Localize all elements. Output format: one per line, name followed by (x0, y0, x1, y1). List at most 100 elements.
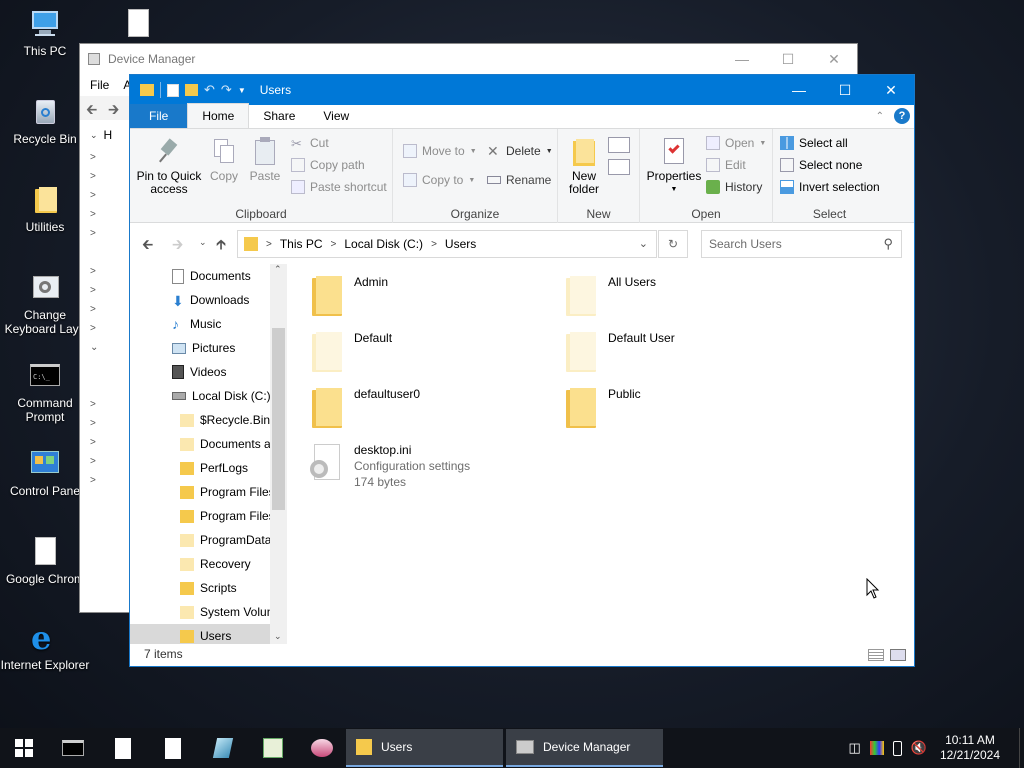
rename-button[interactable]: Rename (487, 173, 551, 187)
customize-chevron-icon[interactable]: ▼ (238, 86, 246, 95)
maximize-button[interactable]: ☐ (765, 44, 811, 74)
maximize-button[interactable]: ☐ (822, 75, 868, 105)
nav-item[interactable]: Recovery (130, 552, 287, 576)
breadcrumb-this-pc[interactable]: This PC (280, 237, 323, 251)
collapse-ribbon-icon[interactable]: ⌃ (876, 111, 884, 122)
move-to-button[interactable]: Move to ▼ (403, 144, 477, 158)
tree-node[interactable]: > (80, 148, 132, 167)
up-arrow-icon[interactable]: 🡱 (216, 234, 226, 258)
folder-item[interactable]: All Users (564, 274, 656, 318)
copy-to-button[interactable]: Copy to ▼ (403, 173, 475, 187)
select-none-button[interactable]: Select none (780, 158, 862, 172)
recent-locations-chevron-icon[interactable]: ⌄ (199, 237, 207, 248)
tree-node[interactable]: > (80, 414, 132, 433)
desktop-icon-file[interactable] (93, 8, 183, 44)
back-arrow-icon[interactable]: 🡰 (142, 234, 153, 258)
tree-node[interactable]: > (80, 319, 132, 338)
close-button[interactable]: ✕ (868, 75, 914, 105)
nav-item[interactable]: Pictures (130, 336, 287, 360)
pin-to-quick-access-button[interactable]: Pin to Quick access (136, 137, 202, 196)
nav-item[interactable]: Program Files (130, 480, 287, 504)
nav-item[interactable]: Users (130, 624, 287, 644)
folder-item[interactable]: defaultuser0 (310, 386, 420, 430)
nav-item[interactable]: Documents a (130, 432, 287, 456)
color-app-tray-icon[interactable] (869, 741, 884, 755)
tree-node[interactable]: > (80, 186, 132, 205)
details-view-icon[interactable] (868, 649, 884, 661)
folder-item[interactable]: Default User (564, 330, 675, 374)
desktop-icon-control-panel[interactable]: Control Pane (0, 448, 90, 498)
folder-item[interactable]: Default (310, 330, 392, 374)
volume-muted-icon[interactable]: 🔇 (911, 740, 927, 756)
taskbar-task-users[interactable]: Users (346, 729, 503, 767)
nav-item[interactable]: Local Disk (C:) (130, 384, 287, 408)
copy-path-button[interactable]: Copy path (291, 158, 365, 172)
edit-button[interactable]: Edit (706, 158, 746, 172)
tree-node[interactable]: > (80, 281, 132, 300)
tree-node[interactable]: > (80, 433, 132, 452)
scrollbar-thumb[interactable] (272, 328, 285, 510)
nav-item[interactable]: ProgramData (130, 528, 287, 552)
back-arrow-icon[interactable]: 🡰 (86, 99, 97, 123)
minimize-button[interactable]: — (719, 44, 765, 74)
tree-node[interactable]: > (80, 452, 132, 471)
select-all-button[interactable]: Select all (780, 136, 848, 150)
invert-selection-button[interactable]: Invert selection (780, 180, 880, 194)
scroll-up-icon[interactable]: ⌃ (274, 264, 282, 275)
paste-shortcut-button[interactable]: Paste shortcut (291, 180, 387, 194)
properties-button[interactable]: Properties ▼ (644, 137, 704, 196)
taskbar-file-2[interactable] (148, 728, 198, 768)
taskbar-app-5[interactable] (298, 728, 346, 768)
undo-icon[interactable]: ↶ (204, 82, 215, 98)
desktop-icon-utilities[interactable]: Utilities (0, 184, 90, 234)
nav-item[interactable]: ♪ Music (130, 312, 287, 336)
tree-node[interactable]: ⌄ (80, 338, 132, 357)
help-icon[interactable]: ? (894, 108, 910, 124)
taskbar-command-prompt[interactable] (48, 728, 98, 768)
desktop-icon-change-keyboard[interactable]: Change Keyboard Layo (0, 272, 90, 336)
tree-node[interactable]: > (80, 471, 132, 490)
menu-file[interactable]: File (90, 78, 109, 92)
address-bar[interactable]: > This PC > Local Disk (C:) > Users ⌄ (237, 230, 657, 258)
file-explorer-window[interactable]: ↶ ↷ ▼ Users — ☐ ✕ File Home Share View ⌃… (129, 74, 915, 667)
new-folder-icon[interactable] (185, 84, 198, 96)
copy-button[interactable]: Copy (206, 137, 242, 183)
taskbar-app-3[interactable] (198, 728, 248, 768)
breadcrumb-users[interactable]: Users (445, 237, 476, 251)
delete-button[interactable]: ✕ Delete ▼ (487, 144, 553, 158)
tab-home[interactable]: Home (187, 103, 250, 128)
tab-share[interactable]: Share (249, 104, 309, 128)
explorer-titlebar[interactable]: ↶ ↷ ▼ Users — ☐ ✕ (130, 75, 914, 105)
tree-node[interactable]: > (80, 167, 132, 186)
breadcrumb-local-disk[interactable]: Local Disk (C:) (344, 237, 423, 251)
nav-scrollbar[interactable]: ⌃ ⌄ (270, 264, 287, 644)
taskbar-app-4[interactable] (248, 728, 298, 768)
nav-item[interactable]: System Volun (130, 600, 287, 624)
minimize-button[interactable]: — (776, 75, 822, 105)
clock[interactable]: 10:11 AM 12/21/2024 (936, 733, 1010, 763)
desktop-icon-this-pc[interactable]: This PC (0, 8, 90, 58)
forward-arrow-icon[interactable]: 🡲 (108, 99, 119, 123)
redo-icon[interactable]: ↷ (221, 82, 232, 98)
taskbar-file-1[interactable] (98, 728, 148, 768)
tab-file[interactable]: File (130, 104, 188, 128)
large-icons-view-icon[interactable] (890, 649, 906, 661)
properties-icon[interactable] (167, 83, 179, 97)
tree-node[interactable]: > (80, 300, 132, 319)
close-button[interactable]: ✕ (811, 44, 857, 74)
tree-node[interactable]: > (80, 205, 132, 224)
easy-access-button[interactable] (608, 159, 630, 175)
desktop-icon-google-chrome[interactable]: Google Chrom (0, 536, 90, 586)
search-input[interactable]: Search Users ⚲ (701, 230, 902, 258)
address-dropdown-chevron-icon[interactable]: ⌄ (639, 237, 648, 250)
show-desktop-button[interactable] (1019, 728, 1024, 768)
desktop-icon-internet-explorer[interactable]: e Internet Explorer (0, 622, 90, 672)
desktop-icon-recycle-bin[interactable]: Recycle Bin (0, 96, 90, 146)
file-item[interactable]: desktop.ini Configuration settings 174 byt… (310, 442, 470, 490)
nav-item[interactable]: Videos (130, 360, 287, 384)
new-folder-button[interactable]: New folder (564, 137, 604, 196)
nav-item[interactable]: PerfLogs (130, 456, 287, 480)
paste-button[interactable]: Paste (247, 137, 283, 183)
tree-node[interactable]: > (80, 262, 132, 281)
folder-item[interactable]: Admin (310, 274, 388, 318)
